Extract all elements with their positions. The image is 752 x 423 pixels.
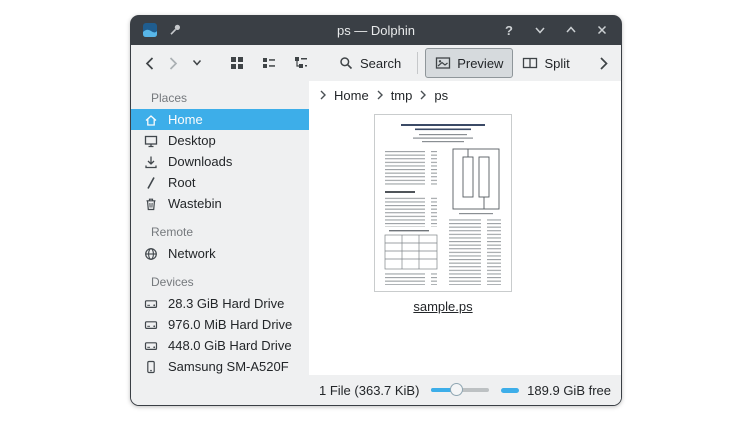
sidebar-item-desktop[interactable]: Desktop — [131, 130, 309, 151]
split-icon — [522, 55, 538, 71]
toolbar-separator — [417, 52, 418, 74]
places-panel: Places Home Desktop — [131, 81, 309, 405]
breadcrumb: Home tmp ps — [309, 81, 621, 109]
section-remote: Remote — [131, 223, 309, 243]
free-space-text: 189.9 GiB free — [527, 383, 611, 398]
icons-view-button[interactable] — [223, 49, 251, 77]
hard-drive-icon — [143, 338, 159, 354]
details-view-button[interactable] — [255, 49, 283, 77]
sidebar-item-wastebin[interactable]: Wastebin — [131, 193, 309, 214]
back-icon[interactable] — [141, 55, 157, 71]
free-space-bar — [501, 388, 519, 393]
hard-drive-icon — [143, 296, 159, 312]
split-button[interactable]: Split — [513, 49, 578, 77]
network-icon — [143, 246, 159, 262]
sidebar-item-phone[interactable]: Samsung SM-A520F — [131, 356, 309, 377]
tree-view-button[interactable] — [287, 49, 315, 77]
app-icon — [142, 22, 158, 38]
zoom-slider-knob[interactable] — [450, 383, 463, 396]
split-label: Split — [544, 56, 569, 71]
search-button[interactable]: Search — [329, 49, 410, 77]
status-summary: 1 File (363.7 KiB) — [319, 383, 419, 398]
toolbar-overflow-icon[interactable] — [595, 55, 611, 71]
chevron-right-icon — [319, 90, 327, 100]
file-preview-thumbnail — [375, 115, 511, 291]
preview-label: Preview — [457, 56, 503, 71]
sidebar-item-drive-1[interactable]: 28.3 GiB Hard Drive — [131, 293, 309, 314]
titlebar[interactable]: ps — Dolphin ? — [130, 15, 622, 45]
root-icon — [143, 175, 159, 191]
help-icon[interactable]: ? — [501, 22, 517, 38]
phone-icon — [143, 359, 159, 375]
chevron-right-icon — [419, 90, 427, 100]
preview-button[interactable]: Preview — [425, 48, 513, 78]
preview-icon — [435, 55, 451, 71]
sidebar-item-downloads[interactable]: Downloads — [131, 151, 309, 172]
minimize-icon[interactable] — [532, 22, 548, 38]
home-icon — [143, 112, 159, 128]
file-item-sample-ps[interactable]: sample.ps — [343, 115, 543, 314]
zoom-slider[interactable] — [431, 382, 489, 398]
forward-icon[interactable] — [165, 55, 181, 71]
history-dropdown-icon[interactable] — [189, 55, 205, 71]
folder-view: Home tmp ps — [309, 81, 621, 405]
statusbar: 1 File (363.7 KiB) 189.9 GiB free — [309, 375, 621, 405]
section-places: Places — [131, 89, 309, 109]
chevron-right-icon — [376, 90, 384, 100]
desktop: ps — Dolphin ? — [0, 0, 752, 423]
pin-icon[interactable] — [167, 22, 183, 38]
desktop-icon — [143, 133, 159, 149]
breadcrumb-ps[interactable]: ps — [434, 88, 448, 103]
sidebar-item-drive-3[interactable]: 448.0 GiB Hard Drive — [131, 335, 309, 356]
sidebar-item-drive-2[interactable]: 976.0 MiB Hard Drive — [131, 314, 309, 335]
maximize-icon[interactable] — [563, 22, 579, 38]
breadcrumb-home[interactable]: Home — [334, 88, 369, 103]
wastebin-icon — [143, 196, 159, 212]
breadcrumb-tmp[interactable]: tmp — [391, 88, 413, 103]
sidebar-item-network[interactable]: Network — [131, 243, 309, 264]
section-devices: Devices — [131, 273, 309, 293]
close-icon[interactable] — [594, 22, 610, 38]
file-name[interactable]: sample.ps — [413, 299, 472, 314]
hard-drive-icon — [143, 317, 159, 333]
search-label: Search — [360, 56, 401, 71]
downloads-icon — [143, 154, 159, 170]
toolbar: Search Preview Split — [131, 45, 621, 81]
sidebar-item-home[interactable]: Home — [131, 109, 309, 130]
window-body: Search Preview Split — [131, 45, 621, 405]
dolphin-window: ps — Dolphin ? — [130, 15, 622, 406]
file-area[interactable]: sample.ps — [309, 109, 621, 375]
search-icon — [338, 55, 354, 71]
sidebar-item-root[interactable]: Root — [131, 172, 309, 193]
